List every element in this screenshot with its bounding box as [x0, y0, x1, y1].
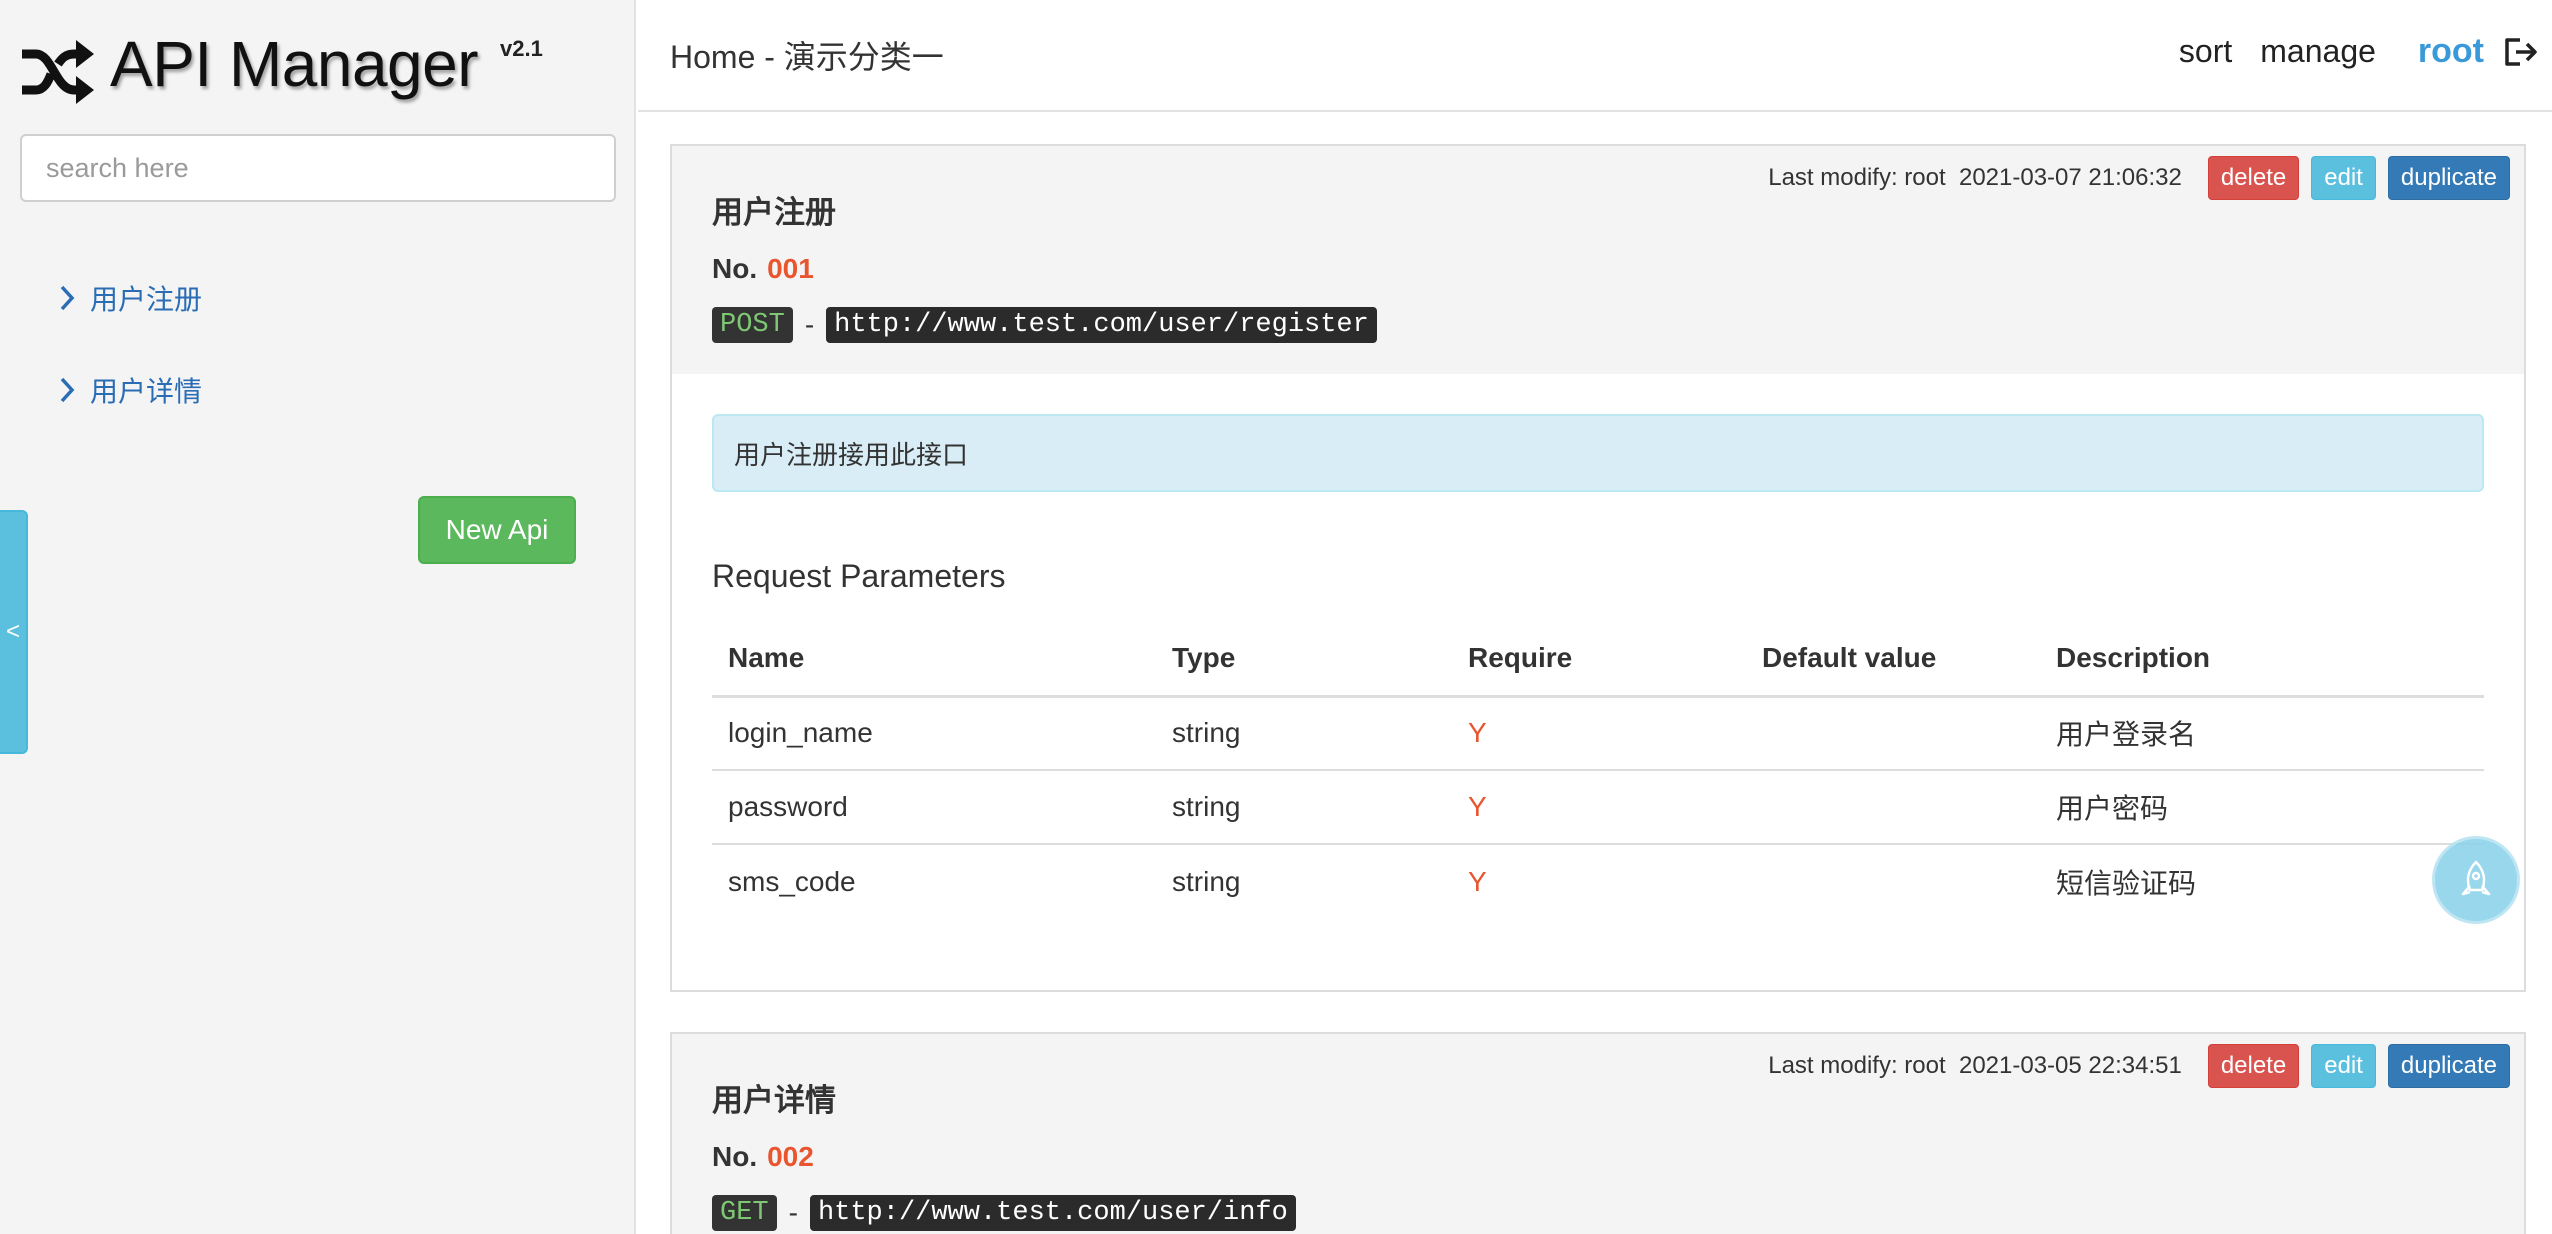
- user-name[interactable]: root: [2418, 32, 2484, 71]
- api-card-meta: Last modify: root 2021-03-07 21:06:32 de…: [1768, 156, 2510, 200]
- new-api-button[interactable]: New Api: [418, 496, 576, 564]
- last-modify-text: Last modify: root 2021-03-05 22:34:51: [1768, 1052, 2182, 1079]
- param-type: string: [1156, 696, 1452, 771]
- api-number-label: No.: [712, 1141, 758, 1172]
- table-row: login_name string Y 用户登录名: [712, 696, 2484, 771]
- shuffle-icon: [22, 40, 94, 104]
- table-row: sms_code string Y 短信验证码: [712, 844, 2484, 918]
- breadcrumb: Home - 演示分类一: [670, 39, 944, 75]
- duplicate-button[interactable]: duplicate: [2387, 156, 2510, 200]
- sidebar-item-user-register[interactable]: 用户注册: [58, 270, 202, 326]
- table-header-row: Name Type Require Default value Descript…: [712, 622, 2484, 698]
- scroll-to-top-button[interactable]: [2432, 836, 2520, 924]
- request-params-table: Name Type Require Default value Descript…: [712, 622, 2484, 918]
- param-description: 短信验证码: [2056, 867, 2197, 899]
- endpoint-separator: -: [804, 309, 815, 340]
- sidebar: API Manager v2.1 用户注册 用户详情 New Api: [0, 0, 636, 1234]
- column-header: Name: [712, 622, 1156, 698]
- api-card-meta: Last modify: root 2021-03-05 22:34:51 de…: [1768, 1044, 2510, 1088]
- request-params-title: Request Parameters: [712, 558, 1006, 594]
- param-description: 用户密码: [2040, 770, 2484, 845]
- duplicate-button[interactable]: duplicate: [2387, 1044, 2510, 1088]
- param-name: password: [712, 770, 1156, 845]
- param-name: login_name: [712, 696, 1156, 771]
- edit-button[interactable]: edit: [2311, 1044, 2376, 1088]
- sidebar-item-label: 用户注册: [90, 284, 203, 315]
- api-card: Last modify: root 2021-03-07 21:06:32 de…: [670, 144, 2526, 992]
- sidebar-collapse-toggle[interactable]: <: [0, 510, 28, 754]
- column-header: Require: [1452, 622, 1746, 698]
- logout-icon[interactable]: [2502, 34, 2538, 70]
- param-description: 用户登录名: [2040, 696, 2484, 771]
- api-card-header: Last modify: root 2021-03-05 22:34:51 de…: [672, 1034, 2524, 1234]
- sort-link[interactable]: sort: [2179, 33, 2232, 70]
- api-number: 002: [767, 1141, 814, 1172]
- header-actions: sort manage root: [2151, 32, 2538, 71]
- http-method-badge: POST: [712, 307, 793, 343]
- api-card-header: Last modify: root 2021-03-07 21:06:32 de…: [672, 146, 2524, 374]
- column-header: Default value: [1746, 622, 2040, 698]
- endpoint-url: http://www.test.com/user/register: [826, 307, 1377, 343]
- rocket-icon: [2461, 860, 2491, 896]
- api-endpoint: GET - http://www.test.com/user/info: [712, 1184, 2524, 1234]
- param-type: string: [1156, 770, 1452, 845]
- api-card-body: 用户注册接用此接口 Request Parameters Name Type R…: [672, 374, 2524, 990]
- api-number-label: No.: [712, 253, 758, 284]
- column-header: Description: [2040, 622, 2484, 698]
- last-modify-text: Last modify: root 2021-03-07 21:06:32: [1768, 164, 2182, 191]
- table-row: password string Y 用户密码: [712, 770, 2484, 845]
- param-require: Y: [1452, 696, 1746, 771]
- chevron-right-icon: [60, 377, 75, 403]
- column-header: Type: [1156, 622, 1452, 698]
- sidebar-item-label: 用户详情: [90, 376, 203, 407]
- param-name: sms_code: [728, 865, 856, 897]
- app-title: API Manager: [110, 28, 479, 100]
- api-card: Last modify: root 2021-03-05 22:34:51 de…: [670, 1032, 2526, 1234]
- manage-link[interactable]: manage: [2260, 33, 2376, 70]
- api-nav-list: 用户注册 用户详情: [58, 270, 202, 454]
- sidebar-item-user-info[interactable]: 用户详情: [58, 362, 202, 418]
- api-number: 001: [767, 253, 814, 284]
- app-version: v2.1: [500, 36, 543, 61]
- app-logo[interactable]: API Manager v2.1: [18, 26, 543, 110]
- api-number-row: No. 002: [712, 1130, 2524, 1184]
- param-default: [1746, 844, 2040, 918]
- search-input[interactable]: [20, 134, 616, 202]
- api-number-row: No. 001: [712, 242, 2524, 296]
- param-require: Y: [1452, 770, 1746, 845]
- api-endpoint: POST - http://www.test.com/user/register: [712, 296, 2524, 354]
- param-default: [1746, 770, 2040, 845]
- param-require: Y: [1468, 865, 1487, 897]
- delete-button[interactable]: delete: [2207, 1044, 2300, 1088]
- top-header: Home - 演示分类一 sort manage root: [638, 0, 2552, 112]
- http-method-badge: GET: [712, 1195, 777, 1231]
- param-default: [1746, 696, 2040, 771]
- api-description: 用户注册接用此接口: [712, 414, 2484, 492]
- endpoint-url: http://www.test.com/user/info: [809, 1195, 1296, 1231]
- edit-button[interactable]: edit: [2311, 156, 2376, 200]
- param-type: string: [1172, 865, 1241, 897]
- endpoint-separator: -: [788, 1197, 798, 1228]
- chevron-right-icon: [60, 285, 75, 311]
- delete-button[interactable]: delete: [2207, 156, 2300, 200]
